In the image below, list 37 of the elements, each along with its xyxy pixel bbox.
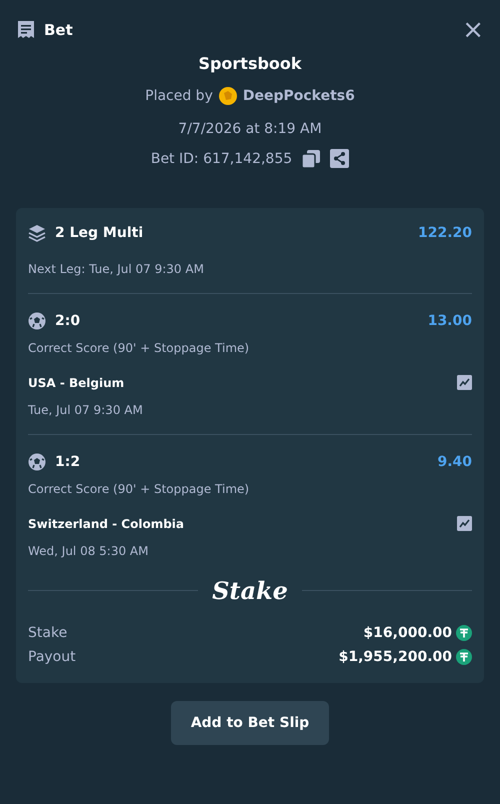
total-odds: 122.20 (418, 225, 472, 241)
multi-title: 2 Leg Multi (55, 225, 144, 241)
total-label: Payout (28, 649, 76, 665)
match-name[interactable]: USA - Belgium (28, 376, 124, 390)
market-name: Correct Score (90' + Stoppage Time) (28, 482, 250, 496)
receipt-icon (16, 20, 36, 40)
layers-icon (28, 224, 46, 242)
leg-odds: 9.40 (437, 454, 472, 470)
placed-by-label: Placed by (145, 88, 213, 104)
soccer-ball-icon (28, 453, 46, 471)
stats-icon[interactable] (457, 375, 472, 390)
bet-source: Sportsbook (198, 54, 302, 73)
next-leg: Next Leg: Tue, Jul 07 9:30 AM (28, 262, 205, 276)
soccer-ball-icon (28, 312, 46, 330)
dialog-title: Bet (44, 21, 74, 39)
tether-coin-icon (456, 649, 472, 665)
brand-logo: Stake (212, 576, 288, 605)
copy-icon[interactable] (302, 150, 320, 168)
bet-id: Bet ID: 617,142,855 (150, 150, 292, 166)
leg-outcome: 1:2 (55, 454, 80, 470)
tether-coin-icon (456, 625, 472, 641)
placed-date: 7/7/2026 at 8:19 AM (178, 121, 322, 137)
leg-odds: 13.00 (428, 313, 472, 329)
match-time: Wed, Jul 08 5:30 AM (28, 544, 150, 558)
close-button[interactable]: × (462, 20, 484, 40)
leg-outcome: 2:0 (55, 313, 80, 329)
total-amount: $1,955,200.00 (338, 649, 452, 665)
share-icon[interactable] (330, 149, 350, 168)
total-label: Stake (28, 625, 68, 641)
match-time: Tue, Jul 07 9:30 AM (28, 403, 144, 417)
stats-icon[interactable] (457, 516, 472, 531)
avatar-icon (218, 87, 237, 105)
match-name[interactable]: Switzerland - Colombia (28, 516, 184, 530)
add-to-bet-slip-button[interactable]: Add to Bet Slip (170, 701, 330, 745)
username[interactable]: DeepPockets6 (242, 88, 355, 104)
market-name: Correct Score (90' + Stoppage Time) (28, 341, 250, 355)
total-amount: $16,000.00 (363, 625, 452, 641)
